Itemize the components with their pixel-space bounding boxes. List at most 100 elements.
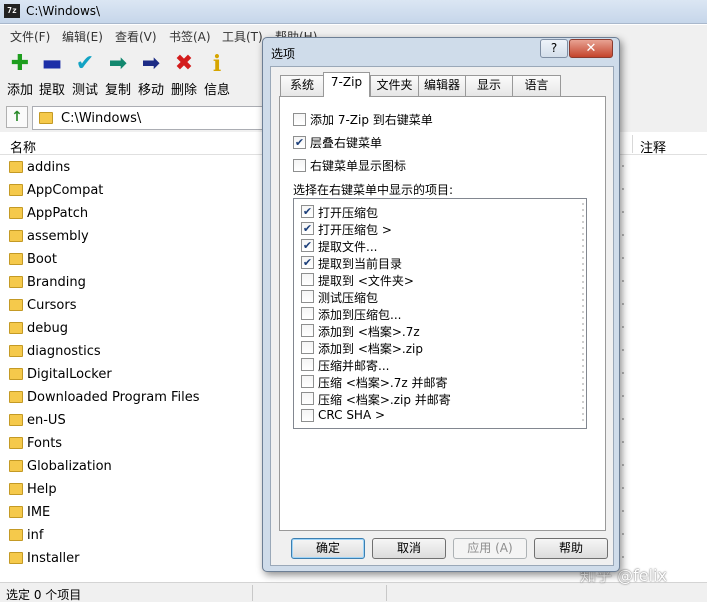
- item-checkbox[interactable]: [301, 392, 314, 405]
- context-menu-item[interactable]: 压缩并邮寄...: [294, 356, 574, 373]
- row-marker: [622, 510, 624, 512]
- item-label: 测试压缩包: [318, 291, 379, 305]
- dialog-help-button[interactable]: ?: [540, 39, 568, 58]
- ok-button[interactable]: 确定: [291, 538, 365, 559]
- context-menu-item[interactable]: 添加到 <档案>.7z: [294, 322, 574, 339]
- column-divider[interactable]: [632, 135, 633, 153]
- option-checkbox[interactable]: [293, 113, 306, 126]
- context-menu-item[interactable]: CRC SHA >: [294, 407, 574, 424]
- item-label: 压缩并邮寄...: [318, 359, 390, 373]
- folder-icon: [9, 322, 23, 337]
- context-menu-item[interactable]: ✔ 提取文件...: [294, 237, 574, 254]
- row-marker: [622, 326, 624, 328]
- up-folder-button[interactable]: ↑: [6, 106, 28, 128]
- context-menu-item[interactable]: 压缩 <档案>.zip 并邮寄: [294, 390, 574, 407]
- tab-7zip[interactable]: 7-Zip: [323, 72, 370, 97]
- test-label: 测试: [71, 83, 98, 98]
- folder-icon: [9, 253, 23, 268]
- menu-edit[interactable]: 编辑(E): [62, 28, 103, 45]
- option-checkbox[interactable]: ✔: [293, 136, 306, 149]
- tab-language[interactable]: 语言: [512, 75, 561, 96]
- item-checkbox[interactable]: [301, 324, 314, 337]
- delete-label: 删除: [170, 83, 197, 98]
- apply-button[interactable]: 应用 (A): [453, 538, 527, 559]
- item-checkbox[interactable]: [301, 341, 314, 354]
- file-name: Installer: [27, 551, 80, 564]
- item-checkbox[interactable]: [301, 273, 314, 286]
- item-label: 压缩 <档案>.zip 并邮寄: [318, 393, 451, 407]
- menu-bookmarks[interactable]: 书签(A): [169, 28, 211, 45]
- column-comment[interactable]: 注释: [640, 137, 666, 156]
- row-marker: [622, 418, 624, 420]
- item-checkbox[interactable]: [301, 409, 314, 422]
- help-button[interactable]: 帮助: [534, 538, 608, 559]
- file-name: en-US: [27, 413, 66, 428]
- row-marker: [622, 234, 624, 236]
- info-button[interactable]: i 信息: [200, 51, 234, 98]
- row-marker: [622, 372, 624, 374]
- dialog-close-button[interactable]: ✕: [569, 39, 613, 58]
- folder-icon: [9, 391, 23, 406]
- context-menu-item[interactable]: 测试压缩包: [294, 288, 574, 305]
- item-checkbox[interactable]: [301, 290, 314, 303]
- dialog-title: 选项: [271, 47, 296, 61]
- tab-display[interactable]: 显示: [465, 75, 513, 96]
- context-menu-item[interactable]: 提取到 <文件夹>: [294, 271, 574, 288]
- tab-editor[interactable]: 编辑器: [418, 75, 466, 96]
- status-selected: 选定 0 个项目: [6, 588, 82, 602]
- option-icons-label: 右键菜单显示图标: [310, 159, 407, 173]
- file-name: AppPatch: [27, 206, 89, 221]
- folder-icon: [9, 437, 23, 452]
- address-input[interactable]: C:\Windows\: [32, 106, 272, 130]
- folder-icon: [9, 414, 23, 429]
- file-name: DigitalLocker: [27, 367, 112, 382]
- copy-arrow-icon: ➡: [108, 51, 128, 76]
- copy-button[interactable]: ➡ 复制: [101, 51, 135, 98]
- cancel-button[interactable]: 取消: [372, 538, 446, 559]
- row-marker: [622, 441, 624, 443]
- item-checkbox[interactable]: [301, 358, 314, 371]
- delete-button[interactable]: ✖ 删除: [167, 51, 201, 98]
- column-name[interactable]: 名称: [10, 137, 36, 156]
- context-menu-item[interactable]: 添加到 <档案>.zip: [294, 339, 574, 356]
- item-checkbox[interactable]: ✔: [301, 205, 314, 218]
- item-label: 提取文件...: [318, 240, 378, 254]
- folder-icon: [9, 506, 23, 521]
- row-marker: [622, 533, 624, 535]
- menu-tools[interactable]: 工具(T): [222, 28, 263, 45]
- context-menu-item[interactable]: ✔ 打开压缩包: [294, 203, 574, 220]
- file-name: debug: [27, 321, 68, 336]
- item-label: 添加到压缩包...: [318, 308, 402, 322]
- extract-button[interactable]: ▬ 提取: [35, 51, 69, 98]
- tab-panel-7zip: 添加 7-Zip 到右键菜单 ✔ 层叠右键菜单 右键菜单显示图标 选择在右键菜单…: [279, 96, 606, 531]
- tab-system[interactable]: 系统: [280, 75, 324, 96]
- row-marker: [622, 211, 624, 213]
- row-marker: [622, 395, 624, 397]
- context-menu-item[interactable]: ✔ 提取到当前目录: [294, 254, 574, 271]
- file-name: Boot: [27, 252, 57, 267]
- test-button[interactable]: ✔ 测试: [68, 51, 102, 98]
- menu-file[interactable]: 文件(F): [10, 28, 50, 45]
- add-label: 添加: [6, 83, 33, 98]
- folder-icon: [9, 207, 23, 222]
- item-checkbox[interactable]: ✔: [301, 222, 314, 235]
- context-menu-item[interactable]: 压缩 <档案>.7z 并邮寄: [294, 373, 574, 390]
- window-title: C:\Windows\: [26, 4, 101, 18]
- item-label: 打开压缩包 >: [318, 223, 392, 237]
- item-checkbox[interactable]: ✔: [301, 256, 314, 269]
- option-checkbox[interactable]: [293, 159, 306, 172]
- option-integrate-label: 添加 7-Zip 到右键菜单: [310, 113, 433, 127]
- item-checkbox[interactable]: [301, 375, 314, 388]
- app-7zip-icon: 7z: [4, 4, 20, 18]
- context-menu-item[interactable]: 添加到压缩包...: [294, 305, 574, 322]
- item-checkbox[interactable]: [301, 307, 314, 320]
- item-checkbox[interactable]: ✔: [301, 239, 314, 252]
- add-button[interactable]: ✚ 添加: [3, 51, 37, 98]
- address-path: C:\Windows\: [61, 111, 142, 126]
- menu-view[interactable]: 查看(V): [115, 28, 157, 45]
- context-menu-item[interactable]: ✔ 打开压缩包 >: [294, 220, 574, 237]
- context-menu-items-list[interactable]: ✔ 打开压缩包 ✔ 打开压缩包 > ✔ 提取文件... ✔ 提取到当前目录 提取到 <文件夹> 测…: [293, 198, 587, 429]
- item-label: 打开压缩包: [318, 206, 379, 220]
- move-button[interactable]: ➡ 移动: [134, 51, 168, 98]
- tab-folders[interactable]: 文件夹: [370, 75, 419, 96]
